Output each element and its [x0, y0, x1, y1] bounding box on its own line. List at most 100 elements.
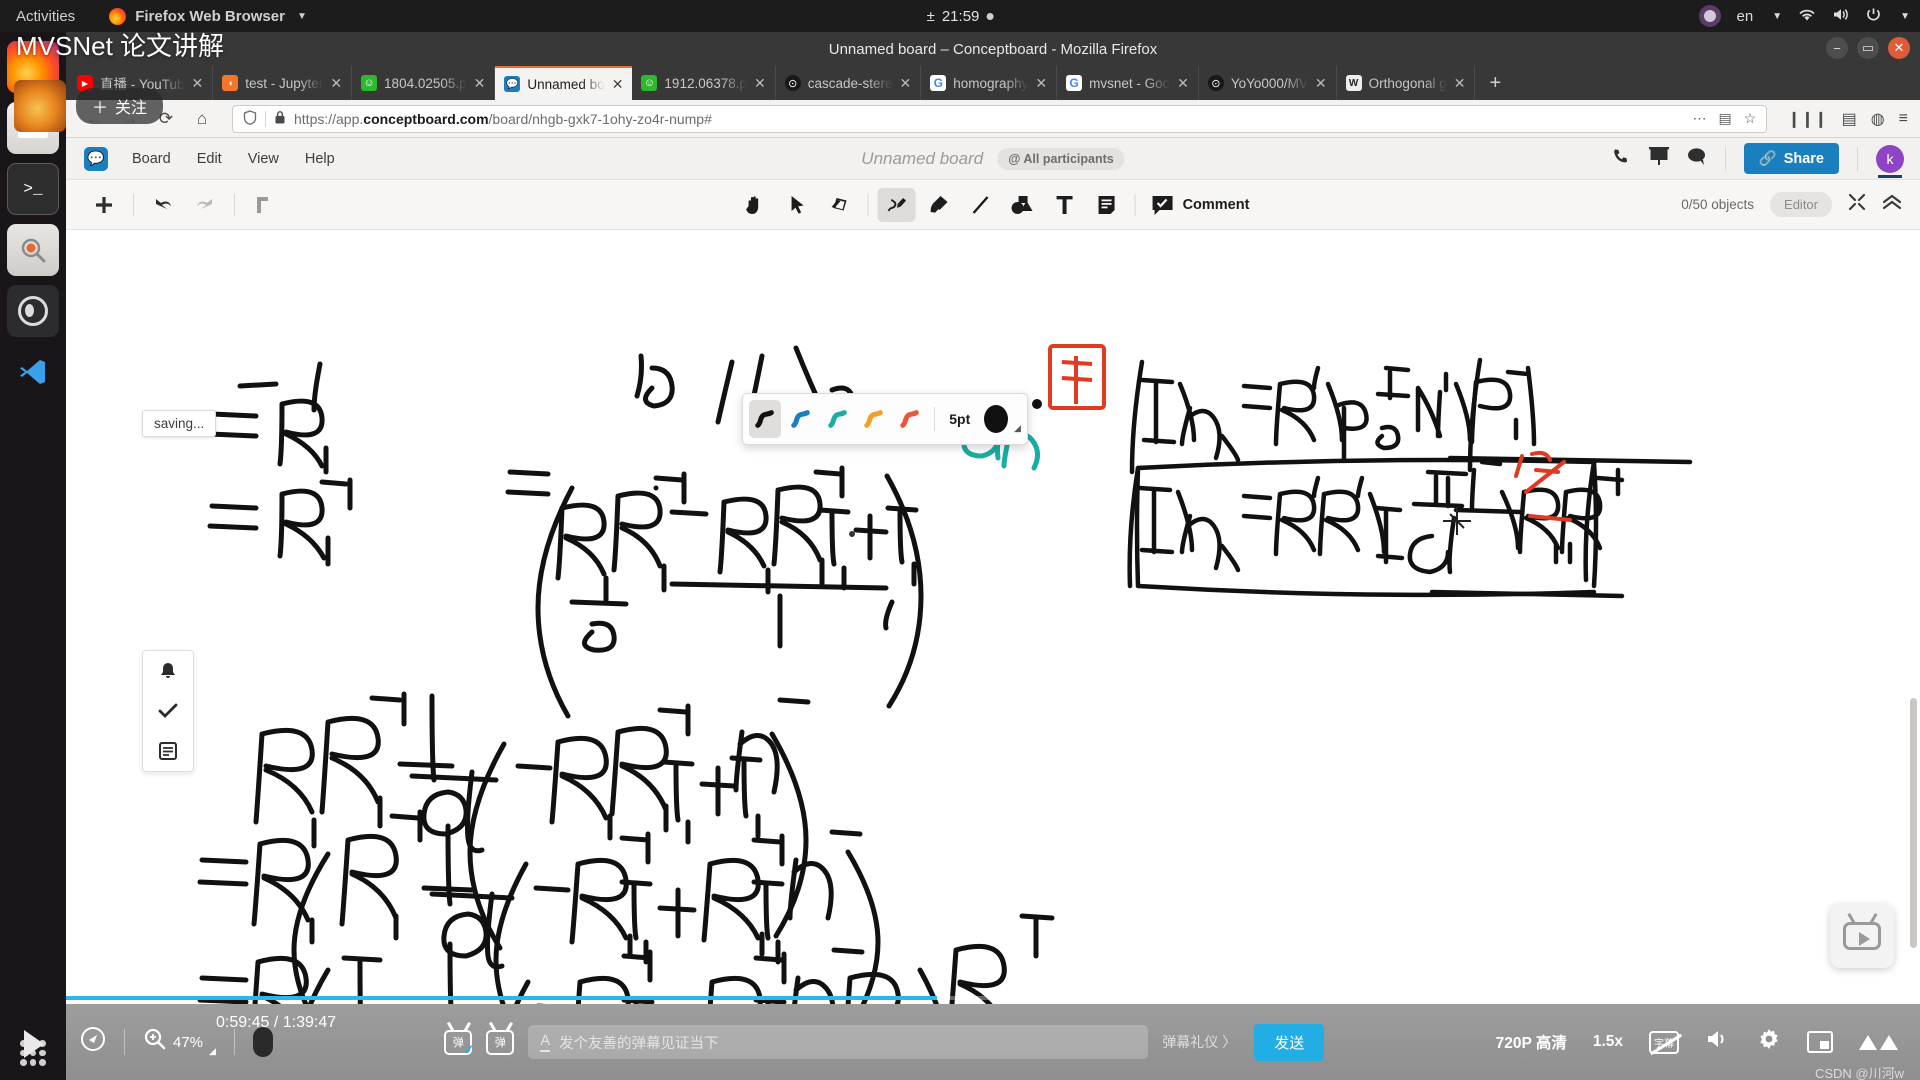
- user-avatar[interactable]: k: [1876, 144, 1904, 178]
- fullscreen-icon[interactable]: [1848, 193, 1866, 216]
- minimize-button[interactable]: −: [1826, 37, 1848, 59]
- menu-icon[interactable]: ≡: [1899, 110, 1908, 128]
- presentation-icon[interactable]: [1648, 147, 1669, 170]
- zoom-control[interactable]: 47% ◢: [143, 1027, 216, 1057]
- role-badge[interactable]: Editor: [1770, 192, 1832, 217]
- phone-icon[interactable]: [1612, 147, 1631, 170]
- widescreen-icon[interactable]: [1807, 1031, 1833, 1053]
- channel-avatar[interactable]: [14, 80, 66, 132]
- page-actions-icon[interactable]: ⋯: [1693, 110, 1707, 127]
- tab-close-icon[interactable]: ✕: [1454, 75, 1466, 92]
- browser-tab-active[interactable]: 💬 Unnamed bo ✕: [495, 66, 633, 100]
- fullscreen-icon[interactable]: [1859, 1034, 1898, 1050]
- danmaku-settings-icon[interactable]: 弹: [486, 1029, 515, 1055]
- format-painter-icon[interactable]: [246, 188, 282, 222]
- shape-tool[interactable]: [1004, 188, 1042, 222]
- tab-close-icon[interactable]: ✕: [1315, 75, 1327, 92]
- activities-button[interactable]: Activities: [16, 8, 75, 25]
- wifi-icon[interactable]: [1798, 8, 1816, 25]
- browser-tab[interactable]: ⊙ YoYo000/MV ✕: [1199, 66, 1337, 100]
- close-button[interactable]: ✕: [1888, 37, 1910, 59]
- power-icon[interactable]: [1866, 7, 1881, 25]
- browser-tab[interactable]: ◖ test - Jupyter ✕: [213, 66, 353, 100]
- dock-item-vscode[interactable]: [7, 346, 59, 398]
- shield-icon[interactable]: [243, 110, 257, 127]
- font-icon[interactable]: A: [540, 1033, 550, 1052]
- bookmark-star-icon[interactable]: ☆: [1744, 110, 1757, 127]
- text-tool[interactable]: [1046, 188, 1084, 222]
- participants-chip[interactable]: @ All participants: [997, 147, 1125, 170]
- redo-icon[interactable]: [187, 188, 223, 222]
- menu-item-view[interactable]: View: [248, 151, 279, 167]
- bell-icon[interactable]: [143, 651, 193, 691]
- collapse-icon[interactable]: [1882, 193, 1902, 216]
- tab-close-icon[interactable]: ✕: [1177, 75, 1189, 92]
- browser-tab[interactable]: ⊙ cascade-stere ✕: [776, 66, 922, 100]
- tab-close-icon[interactable]: ✕: [474, 75, 486, 92]
- bilibili-floating-logo[interactable]: [1830, 904, 1894, 968]
- language-indicator[interactable]: en: [1737, 8, 1754, 25]
- menu-item-edit[interactable]: Edit: [197, 151, 222, 167]
- browser-tab[interactable]: G mvsnet - Goo ✕: [1057, 66, 1199, 100]
- whiteboard-canvas[interactable]: [132, 244, 1920, 1080]
- zoom-icon[interactable]: [143, 1027, 167, 1057]
- url-bar[interactable]: https://app.conceptboard.com/board/nhgb-…: [232, 104, 1768, 133]
- browser-tab[interactable]: W Orthogonal g ✕: [1337, 66, 1476, 100]
- system-status-area[interactable]: en ▼ ▼: [1698, 5, 1910, 27]
- settings-gear-icon[interactable]: [1757, 1027, 1781, 1057]
- tab-close-icon[interactable]: ✕: [330, 75, 342, 92]
- menu-item-board[interactable]: Board: [132, 151, 171, 167]
- tab-close-icon[interactable]: ✕: [612, 76, 624, 93]
- home-button[interactable]: ⌂: [186, 105, 218, 133]
- chat-icon[interactable]: [1687, 147, 1707, 170]
- library-icon[interactable]: ❙❙❙: [1787, 109, 1827, 129]
- pen-color-orange[interactable]: [858, 400, 890, 438]
- pen-tool[interactable]: [877, 187, 916, 222]
- comment-button[interactable]: Comment: [1145, 194, 1249, 216]
- play-button[interactable]: [14, 1027, 52, 1066]
- clock-area[interactable]: ± 21:59: [927, 8, 994, 25]
- current-app-menu[interactable]: Firefox Web Browser ▼: [109, 7, 307, 25]
- quality-selector[interactable]: 720P 高清: [1496, 1031, 1567, 1053]
- eraser-tool[interactable]: [821, 188, 859, 222]
- conceptboard-logo-icon[interactable]: 💬: [84, 146, 108, 171]
- tab-close-icon[interactable]: ✕: [192, 75, 204, 92]
- pen-color-red[interactable]: [894, 400, 926, 438]
- tab-close-icon[interactable]: ✕: [900, 75, 912, 92]
- new-tab-button[interactable]: +: [1475, 66, 1515, 100]
- browser-tab[interactable]: ☺ 1804.02505.p ✕: [352, 66, 496, 100]
- pen-size-label[interactable]: 5pt: [943, 411, 976, 427]
- pen-color-blue[interactable]: [785, 400, 817, 438]
- sidebar-icon[interactable]: ▤: [1842, 109, 1857, 129]
- subtitle-off-icon[interactable]: 字幕: [1649, 1030, 1679, 1054]
- vertical-scrollbar[interactable]: [1910, 698, 1917, 948]
- caret-icon[interactable]: ◢: [209, 1046, 216, 1057]
- browser-tab[interactable]: G homography ✕: [921, 66, 1058, 100]
- send-button[interactable]: 发送: [1254, 1023, 1325, 1061]
- compass-icon[interactable]: [80, 1026, 106, 1058]
- danmaku-input[interactable]: A 发个友善的弹幕见证当下: [528, 1025, 1149, 1059]
- volume-icon[interactable]: [1705, 1028, 1731, 1056]
- pen-color-teal[interactable]: [822, 400, 854, 438]
- share-button[interactable]: 🔗 Share: [1743, 143, 1839, 174]
- browser-tab[interactable]: ☺ 1912.06378.p ✕: [632, 66, 776, 100]
- current-color-swatch[interactable]: [984, 405, 1009, 433]
- volume-icon[interactable]: [1832, 7, 1850, 25]
- tab-close-icon[interactable]: ✕: [754, 75, 766, 92]
- select-tool[interactable]: [779, 188, 817, 222]
- account-icon[interactable]: ◍: [1871, 109, 1885, 129]
- lock-icon[interactable]: [274, 110, 286, 127]
- highlighter-tool[interactable]: [920, 188, 958, 222]
- dock-item-obs[interactable]: [7, 285, 59, 337]
- dock-item-software[interactable]: [7, 224, 59, 276]
- pen-color-black[interactable]: [749, 400, 782, 438]
- add-icon[interactable]: [86, 188, 122, 222]
- dock-item-terminal[interactable]: >_: [7, 163, 59, 215]
- tab-close-icon[interactable]: ✕: [1035, 75, 1047, 92]
- board-name-label[interactable]: Unnamed board: [861, 149, 983, 169]
- danmaku-toggle-icon[interactable]: 弹 ✓: [444, 1029, 474, 1057]
- reader-mode-icon[interactable]: ▤: [1719, 110, 1732, 127]
- progress-bar[interactable]: [66, 996, 1920, 1000]
- chevron-down-icon[interactable]: ◢: [1014, 423, 1021, 434]
- menu-item-help[interactable]: Help: [305, 151, 335, 167]
